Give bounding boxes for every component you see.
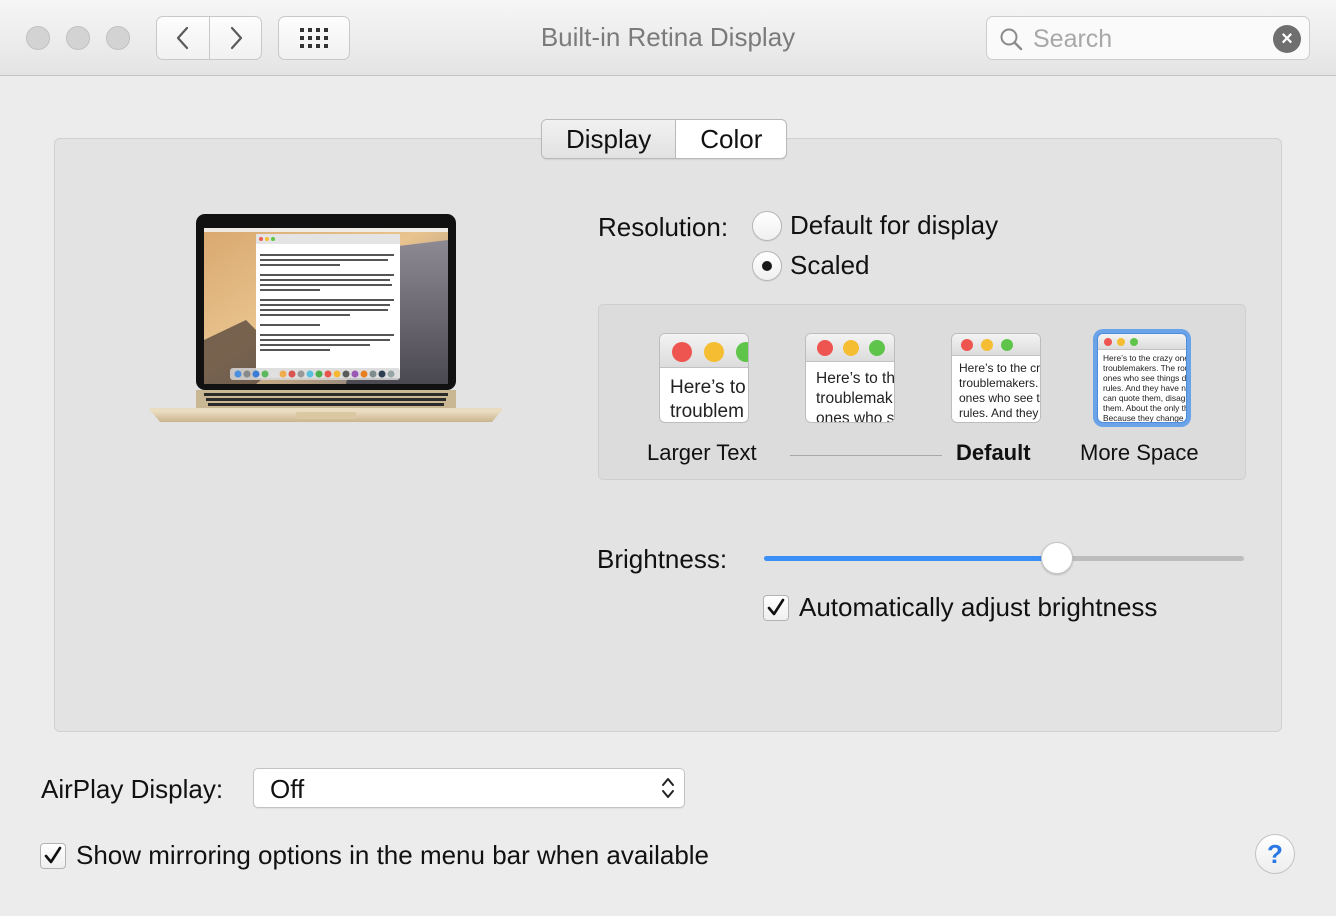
scaled-label: Scaled	[790, 250, 870, 280]
clear-search-icon[interactable]: ×	[1273, 25, 1301, 53]
default-for-display-radio[interactable]	[752, 210, 782, 241]
help-button[interactable]: ?	[1255, 834, 1295, 874]
brightness-label: Brightness:	[597, 544, 728, 574]
brightness-slider-fill	[764, 556, 1057, 561]
preview-line: Here’s to	[670, 377, 746, 398]
preview-line: them. About the only th	[1103, 403, 1186, 413]
preview-line: Here’s to the crazy one	[1103, 353, 1186, 363]
back-button[interactable]	[157, 17, 209, 59]
auto-brightness-label: Automatically adjust brightness	[799, 592, 1158, 622]
chevron-right-icon	[230, 26, 242, 50]
auto-brightness-checkbox[interactable]	[763, 594, 789, 621]
default-for-display-label: Default for display	[790, 210, 999, 240]
checkmark-icon	[767, 598, 785, 615]
preview-line: ones who see t	[959, 391, 1040, 405]
more-space-caption: More Space	[1080, 440, 1199, 465]
scale-option-2[interactable]: Here’s to th troublemak ones who s	[805, 333, 895, 423]
zoom-window-button[interactable]	[106, 26, 130, 50]
scaled-radio[interactable]	[752, 250, 782, 281]
minimize-window-button[interactable]	[66, 26, 90, 50]
preview-line: Here’s to the cr	[959, 361, 1040, 375]
show-all-button[interactable]	[278, 16, 350, 60]
show-mirroring-option[interactable]: Show mirroring options in the menu bar w…	[40, 840, 709, 871]
preview-titlebar	[952, 334, 1040, 356]
preview-line: troublemak	[816, 390, 893, 407]
window-title: Built-in Retina Display	[540, 22, 796, 52]
tab-color[interactable]: Color	[676, 120, 786, 158]
tab-display[interactable]: Display	[542, 120, 677, 158]
airplay-display-popup[interactable]: Off	[253, 768, 685, 808]
preview-line: rules. And they have no	[1103, 383, 1186, 393]
brightness-slider-knob[interactable]	[1040, 542, 1073, 574]
preview-titlebar	[1098, 334, 1186, 350]
airplay-display-value: Off	[270, 774, 305, 804]
macbook-display-image	[150, 214, 502, 422]
tab-control: Display Color	[541, 119, 788, 159]
preview-line: can quote them, disagre	[1103, 393, 1186, 403]
navigation-buttons	[156, 16, 262, 60]
preview-line: Because they change th	[1103, 413, 1186, 423]
grid-icon	[300, 28, 328, 48]
radio-selected-dot	[762, 260, 772, 271]
auto-brightness-option[interactable]: Automatically adjust brightness	[763, 592, 1157, 623]
close-window-button[interactable]	[26, 26, 50, 50]
show-mirroring-checkbox[interactable]	[40, 842, 66, 869]
search-input[interactable]	[1033, 23, 1253, 55]
resolution-label: Resolution:	[598, 212, 729, 242]
brightness-slider[interactable]	[764, 542, 1244, 574]
scale-option-more-space[interactable]: Here’s to the crazy one troublemakers. T…	[1097, 333, 1187, 423]
preview-line: ones who s	[816, 410, 894, 423]
search-field[interactable]: ×	[986, 16, 1310, 60]
chevron-left-icon	[176, 26, 189, 50]
scale-option-larger-text[interactable]: Here’s to troublem	[659, 333, 749, 423]
preview-line: ones who see things dif	[1103, 373, 1186, 383]
default-caption: Default	[956, 440, 1031, 465]
forward-button[interactable]	[209, 17, 261, 59]
scale-range-line	[790, 455, 942, 456]
preview-line: Here’s to th	[816, 370, 894, 387]
search-icon	[1000, 28, 1023, 51]
preview-line: troublemakers.	[959, 376, 1039, 390]
preview-line: rules. And they	[959, 406, 1039, 420]
preview-titlebar	[660, 334, 748, 368]
toolbar: Built-in Retina Display ×	[0, 0, 1336, 76]
airplay-display-label: AirPlay Display:	[41, 774, 224, 804]
resolution-scaled-option[interactable]: Scaled	[752, 250, 870, 281]
preview-titlebar	[806, 334, 894, 362]
scale-option-default[interactable]: Here’s to the cr troublemakers. ones who…	[951, 333, 1041, 423]
show-mirroring-label: Show mirroring options in the menu bar w…	[76, 840, 710, 870]
chevron-up-down-icon	[662, 778, 674, 798]
larger-text-caption: Larger Text	[647, 440, 757, 465]
resolution-default-option[interactable]: Default for display	[752, 210, 998, 241]
preview-line: troublem	[670, 401, 744, 422]
preview-line: troublemakers. The roun	[1103, 363, 1186, 373]
checkmark-icon	[44, 846, 62, 863]
